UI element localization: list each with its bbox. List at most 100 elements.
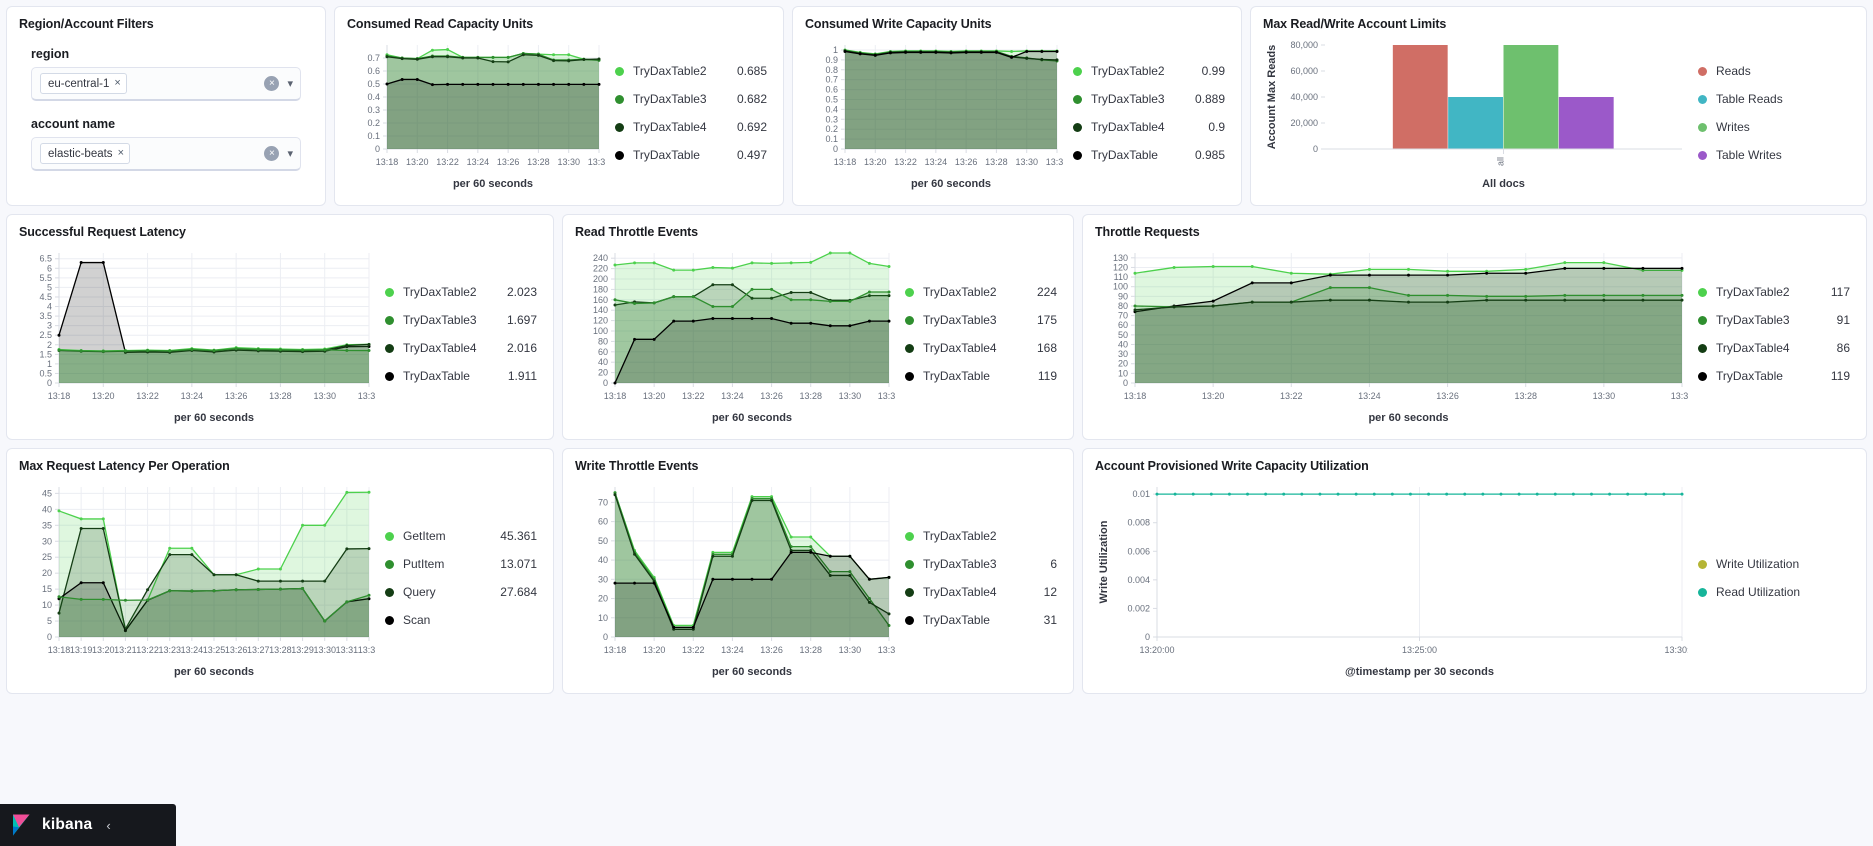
chart-legend: TryDaxTable20.99TryDaxTable30.889TryDaxT… xyxy=(1063,33,1229,193)
legend-value: 45.361 xyxy=(499,529,537,543)
svg-text:60: 60 xyxy=(1118,320,1128,330)
chart-legend: TryDaxTable20.685TryDaxTable30.682TryDax… xyxy=(605,33,771,193)
legend-value: 0.889 xyxy=(1187,92,1225,106)
legend-color-dot xyxy=(1698,95,1707,104)
svg-text:1: 1 xyxy=(833,45,838,55)
legend-label: TryDaxTable3 xyxy=(1091,92,1177,106)
svg-text:13:28: 13:28 xyxy=(985,157,1008,167)
legend-item[interactable]: TryDaxTable30.682 xyxy=(615,92,767,106)
legend-item[interactable]: TryDaxTable119 xyxy=(905,369,1057,383)
legend-label: Read Utilization xyxy=(1716,585,1802,599)
legend-color-dot xyxy=(385,372,394,381)
kibana-dashboard: Region/Account Filters region eu-central… xyxy=(0,0,1873,846)
legend-item[interactable]: TryDaxTable2 xyxy=(905,529,1057,543)
panel-title: Consumed Write Capacity Units xyxy=(805,17,1229,31)
legend-label: TryDaxTable4 xyxy=(923,585,1009,599)
legend-item[interactable]: TryDaxTable0.985 xyxy=(1073,148,1225,162)
chart-successful-request-latency[interactable]: 00.511.522.533.544.555.566.513:1813:2013… xyxy=(19,241,375,427)
legend-label: TryDaxTable4 xyxy=(633,120,719,134)
panel-account-provisioned-write-capacity-utilization: Account Provisioned Write Capacity Utili… xyxy=(1082,448,1867,694)
legend-item[interactable]: TryDaxTable3175 xyxy=(905,313,1057,327)
legend-item[interactable]: TryDaxTable2117 xyxy=(1698,285,1850,299)
chart-legend: TryDaxTable2TryDaxTable36TryDaxTable412T… xyxy=(895,475,1061,681)
svg-text:13:24: 13:24 xyxy=(925,157,948,167)
legend-item[interactable]: GetItem45.361 xyxy=(385,529,537,543)
remove-icon[interactable]: × xyxy=(114,78,120,89)
legend-value: 13.071 xyxy=(499,557,537,571)
svg-text:20,000: 20,000 xyxy=(1290,118,1318,128)
svg-text:1.5: 1.5 xyxy=(39,349,52,359)
legend-item[interactable]: TryDaxTable20.99 xyxy=(1073,64,1225,78)
svg-text:0.7: 0.7 xyxy=(825,75,838,85)
chart-throttle-requests[interactable]: 010203040506070809010011012013013:1813:2… xyxy=(1095,241,1688,427)
clear-icon[interactable]: × xyxy=(264,76,279,91)
collapse-icon[interactable]: ‹ xyxy=(106,818,110,833)
legend-item[interactable]: TryDaxTable31.697 xyxy=(385,313,537,327)
region-selected-pill[interactable]: eu-central-1 × xyxy=(40,73,127,94)
remove-icon[interactable]: × xyxy=(118,148,124,159)
chevron-down-icon[interactable]: ▾ xyxy=(287,147,293,160)
legend-color-dot xyxy=(905,532,914,541)
svg-text:13:21: 13:21 xyxy=(114,645,137,655)
chart-max-request-latency[interactable]: 05101520253035404513:1813:1913:2013:2113… xyxy=(19,475,375,681)
legend-item[interactable]: Table Writes xyxy=(1698,148,1850,162)
legend-item[interactable]: PutItem13.071 xyxy=(385,557,537,571)
account-pill-label: elastic-beats xyxy=(48,148,113,160)
legend-item[interactable]: Scan xyxy=(385,613,537,627)
account-selected-pill[interactable]: elastic-beats × xyxy=(40,143,130,164)
svg-text:50: 50 xyxy=(1118,330,1128,340)
svg-text:5.5: 5.5 xyxy=(39,273,52,283)
legend-item[interactable]: TryDaxTable391 xyxy=(1698,313,1850,327)
svg-text:30: 30 xyxy=(598,574,608,584)
legend-label: Writes xyxy=(1716,120,1802,134)
account-name-combobox[interactable]: elastic-beats × × ▾ xyxy=(31,137,301,171)
region-combobox[interactable]: eu-central-1 × × ▾ xyxy=(31,67,301,101)
legend-item[interactable]: Query27.684 xyxy=(385,585,537,599)
svg-text:13:30: 13:30 xyxy=(1015,157,1038,167)
chart-account-write-utilization[interactable]: 00.0020.0040.0060.0080.0113:20:0013:25:0… xyxy=(1095,475,1688,681)
legend-item[interactable]: TryDaxTable119 xyxy=(1698,369,1850,383)
legend-item[interactable]: Read Utilization xyxy=(1698,585,1850,599)
legend-value: 0.692 xyxy=(729,120,767,134)
svg-text:1: 1 xyxy=(47,359,52,369)
chart-read-throttle-events[interactable]: 02040608010012014016018020022024013:1813… xyxy=(575,241,895,427)
legend-label: TryDaxTable xyxy=(1716,369,1802,383)
legend-item[interactable]: TryDaxTable486 xyxy=(1698,341,1850,355)
chart-consumed-read[interactable]: 00.10.20.30.40.50.60.713:1813:2013:2213:… xyxy=(347,33,605,193)
legend-item[interactable]: Reads xyxy=(1698,64,1850,78)
legend-value: 224 xyxy=(1019,285,1057,299)
legend-item[interactable]: TryDaxTable412 xyxy=(905,585,1057,599)
legend-item[interactable]: TryDaxTable4168 xyxy=(905,341,1057,355)
svg-text:13:28: 13:28 xyxy=(527,157,550,167)
chart-consumed-write[interactable]: 00.10.20.30.40.50.60.70.80.9113:1813:201… xyxy=(805,33,1063,193)
chart-write-throttle-events[interactable]: 01020304050607013:1813:2013:2213:2413:26… xyxy=(575,475,895,681)
legend-item[interactable]: TryDaxTable22.023 xyxy=(385,285,537,299)
legend-item[interactable]: TryDaxTable4 0.692 xyxy=(615,120,767,134)
legend-item[interactable]: TryDaxTable20.685 xyxy=(615,64,767,78)
account-name-field-label: account name xyxy=(31,117,313,131)
legend-item[interactable]: Write Utilization xyxy=(1698,557,1850,571)
legend-item[interactable]: TryDaxTable2224 xyxy=(905,285,1057,299)
svg-text:13:26: 13:26 xyxy=(225,391,248,401)
svg-text:13:26: 13:26 xyxy=(497,157,520,167)
legend-item[interactable]: TryDaxTable0.497 xyxy=(615,148,767,162)
legend-item[interactable]: TryDaxTable3 0.889 xyxy=(1073,92,1225,106)
legend-item[interactable]: TryDaxTable31 xyxy=(905,613,1057,627)
panel-title: Max Read/Write Account Limits xyxy=(1263,17,1854,31)
legend-label: TryDaxTable3 xyxy=(633,92,719,106)
legend-item[interactable]: TryDaxTable36 xyxy=(905,557,1057,571)
legend-label: TryDaxTable4 xyxy=(923,341,1009,355)
legend-item[interactable]: TryDaxTable40.9 xyxy=(1073,120,1225,134)
legend-item[interactable]: Writes xyxy=(1698,120,1850,134)
chevron-down-icon[interactable]: ▾ xyxy=(287,77,293,90)
svg-text:2.5: 2.5 xyxy=(39,330,52,340)
svg-text:0.8: 0.8 xyxy=(825,65,838,75)
kibana-brand-label: kibana xyxy=(42,816,92,834)
legend-value: 0.99 xyxy=(1187,64,1225,78)
chart-max-limits[interactable]: 020,00040,00060,00080,000allAll docsAcco… xyxy=(1263,33,1688,193)
svg-text:0.01: 0.01 xyxy=(1132,489,1150,499)
legend-item[interactable]: TryDaxTable1.911 xyxy=(385,369,537,383)
legend-item[interactable]: Table Reads xyxy=(1698,92,1850,106)
legend-item[interactable]: TryDaxTable42.016 xyxy=(385,341,537,355)
clear-icon[interactable]: × xyxy=(264,146,279,161)
